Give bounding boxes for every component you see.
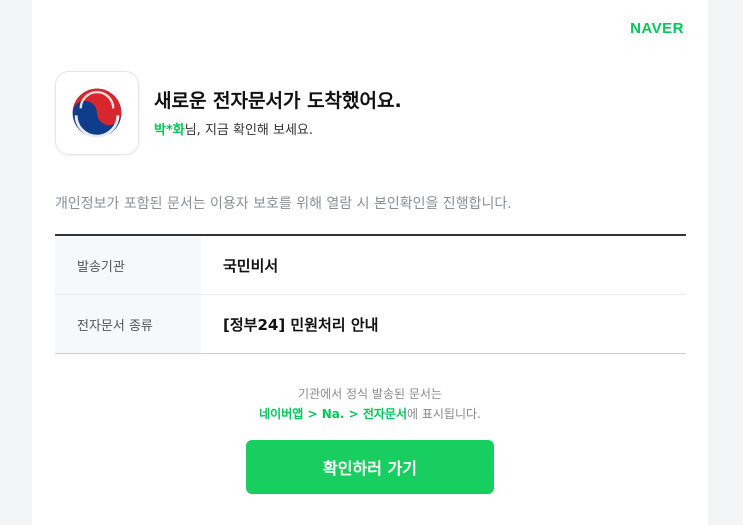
naver-logo: NAVER	[630, 20, 684, 37]
document-notification-card: NAVER 새로운 전자문서가 도착했어요. 박*화님, 지금 확인해 보세요.…	[32, 0, 708, 525]
sender-value: 국민비서	[223, 256, 279, 275]
document-type-value: [정부24] 민원처리 안내	[223, 315, 379, 334]
notification-headline: 새로운 전자문서가 도착했어요.	[154, 90, 402, 112]
sender-label: 발송기관	[55, 236, 201, 294]
display-location-note: 기관에서 정식 발송된 문서는 네이버앱 > Na. > 전자문서에 표시됩니다…	[32, 384, 708, 424]
table-row: 전자문서 종류 [정부24] 민원처리 안내	[55, 294, 686, 353]
document-type-label: 전자문서 종류	[55, 295, 201, 353]
korea-government-emblem-icon	[72, 88, 122, 138]
note-line-2: 네이버앱 > Na. > 전자문서에 표시됩니다.	[32, 404, 708, 424]
note-line-2-rest: 에 표시됩니다.	[406, 407, 481, 421]
recipient-name: 박*화	[154, 123, 185, 138]
note-line-1: 기관에서 정식 발송된 문서는	[298, 387, 442, 401]
notification-subline: 박*화님, 지금 확인해 보세요.	[154, 119, 313, 138]
table-row: 발송기관 국민비서	[55, 236, 686, 294]
check-now-button[interactable]: 확인하러 가기	[246, 440, 494, 494]
sender-app-tile	[55, 71, 139, 155]
document-info-table: 발송기관 국민비서 전자문서 종류 [정부24] 민원처리 안내	[55, 234, 686, 354]
app-path: 네이버앱 > Na. > 전자문서	[259, 407, 407, 421]
privacy-notice: 개인정보가 포함된 문서는 이용자 보호를 위해 열람 시 본인확인을 진행합니…	[55, 196, 512, 212]
subline-text: 님, 지금 확인해 보세요.	[184, 123, 314, 138]
